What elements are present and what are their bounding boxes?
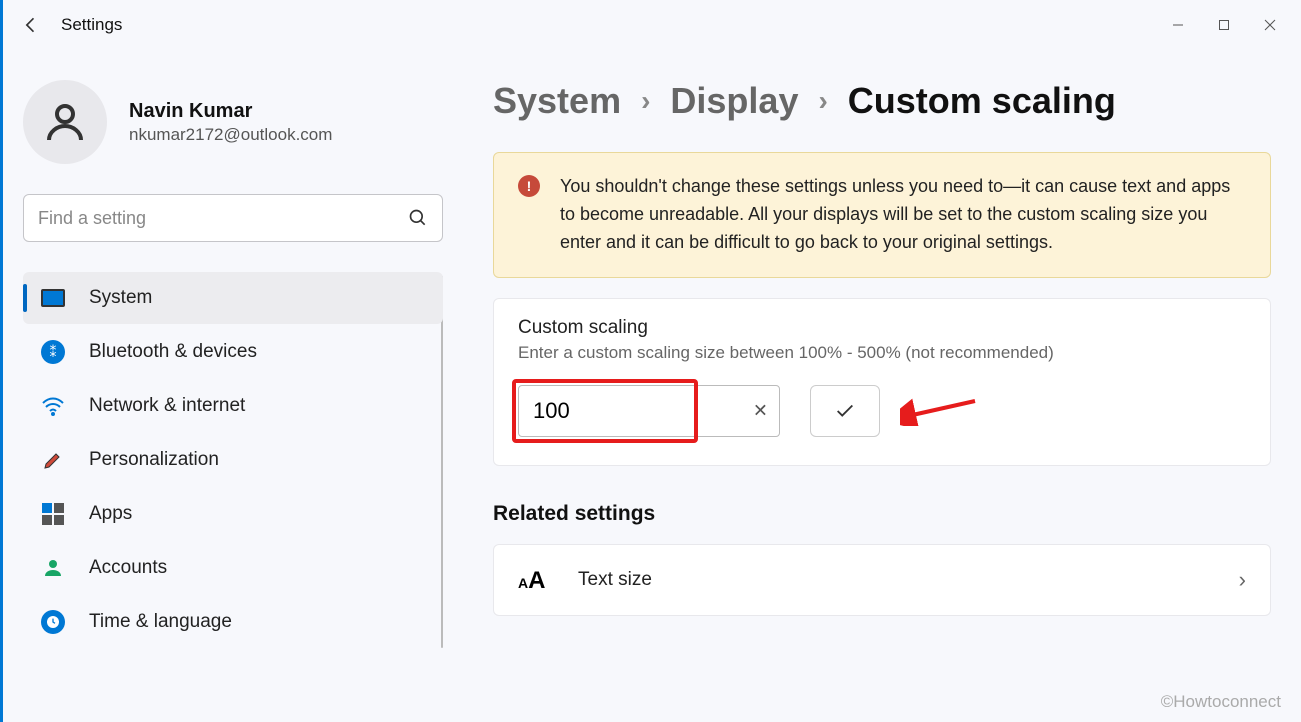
- clock-icon: [39, 608, 67, 636]
- checkmark-icon: [834, 400, 856, 422]
- search-icon: [408, 208, 428, 228]
- watermark: ©Howtoconnect: [1161, 692, 1281, 712]
- user-email: nkumar2172@outlook.com: [129, 125, 332, 145]
- scale-input[interactable]: [518, 385, 780, 437]
- back-button[interactable]: [11, 5, 51, 45]
- accounts-icon: [39, 554, 67, 582]
- text-size-link[interactable]: AA Text size ›: [493, 544, 1271, 616]
- sidebar-item-label: Apps: [89, 503, 132, 525]
- chevron-right-icon: ›: [641, 85, 650, 117]
- custom-scaling-card: Custom scaling Enter a custom scaling si…: [493, 298, 1271, 466]
- warning-banner: ! You shouldn't change these settings un…: [493, 152, 1271, 278]
- search-box[interactable]: [23, 194, 443, 242]
- close-button[interactable]: [1247, 9, 1293, 41]
- avatar-icon: [23, 80, 107, 164]
- brush-icon: [39, 446, 67, 474]
- sidebar-item-label: Network & internet: [89, 395, 245, 417]
- apps-icon: [39, 500, 67, 528]
- user-name: Navin Kumar: [129, 100, 332, 123]
- user-profile[interactable]: Navin Kumar nkumar2172@outlook.com: [23, 80, 443, 164]
- breadcrumb-display[interactable]: Display: [670, 80, 798, 122]
- breadcrumb-system[interactable]: System: [493, 80, 621, 122]
- annotation-arrow: [900, 396, 980, 426]
- breadcrumb: System › Display › Custom scaling: [493, 80, 1271, 122]
- sidebar-item-accounts[interactable]: Accounts: [23, 542, 443, 594]
- warning-text: You shouldn't change these settings unle…: [560, 173, 1246, 257]
- card-subtitle: Enter a custom scaling size between 100%…: [518, 343, 1246, 363]
- text-size-icon: AA: [518, 567, 552, 593]
- chevron-right-icon: ›: [818, 85, 827, 117]
- sidebar-item-system[interactable]: System: [23, 272, 443, 324]
- sidebar-item-label: Personalization: [89, 449, 219, 471]
- sidebar-item-time[interactable]: Time & language: [23, 596, 443, 648]
- warning-icon: !: [518, 175, 540, 197]
- sidebar-item-label: System: [89, 287, 152, 309]
- clear-button[interactable]: ✕: [753, 400, 768, 421]
- sidebar-item-network[interactable]: Network & internet: [23, 380, 443, 432]
- minimize-button[interactable]: [1155, 9, 1201, 41]
- sidebar-item-personalization[interactable]: Personalization: [23, 434, 443, 486]
- related-heading: Related settings: [493, 502, 1271, 526]
- maximize-button[interactable]: [1201, 9, 1247, 41]
- bluetooth-icon: ⁑: [39, 338, 67, 366]
- link-label: Text size: [578, 569, 1213, 591]
- system-icon: [39, 284, 67, 312]
- confirm-button[interactable]: [810, 385, 880, 437]
- sidebar-item-label: Time & language: [89, 611, 232, 633]
- card-title: Custom scaling: [518, 317, 1246, 339]
- sidebar-item-label: Bluetooth & devices: [89, 341, 257, 363]
- sidebar-item-label: Accounts: [89, 557, 167, 579]
- app-title: Settings: [61, 15, 122, 35]
- chevron-right-icon: ›: [1239, 567, 1246, 593]
- breadcrumb-current: Custom scaling: [848, 80, 1116, 122]
- sidebar-item-apps[interactable]: Apps: [23, 488, 443, 540]
- search-input[interactable]: [38, 208, 408, 229]
- wifi-icon: [39, 392, 67, 420]
- sidebar-item-bluetooth[interactable]: ⁑ Bluetooth & devices: [23, 326, 443, 378]
